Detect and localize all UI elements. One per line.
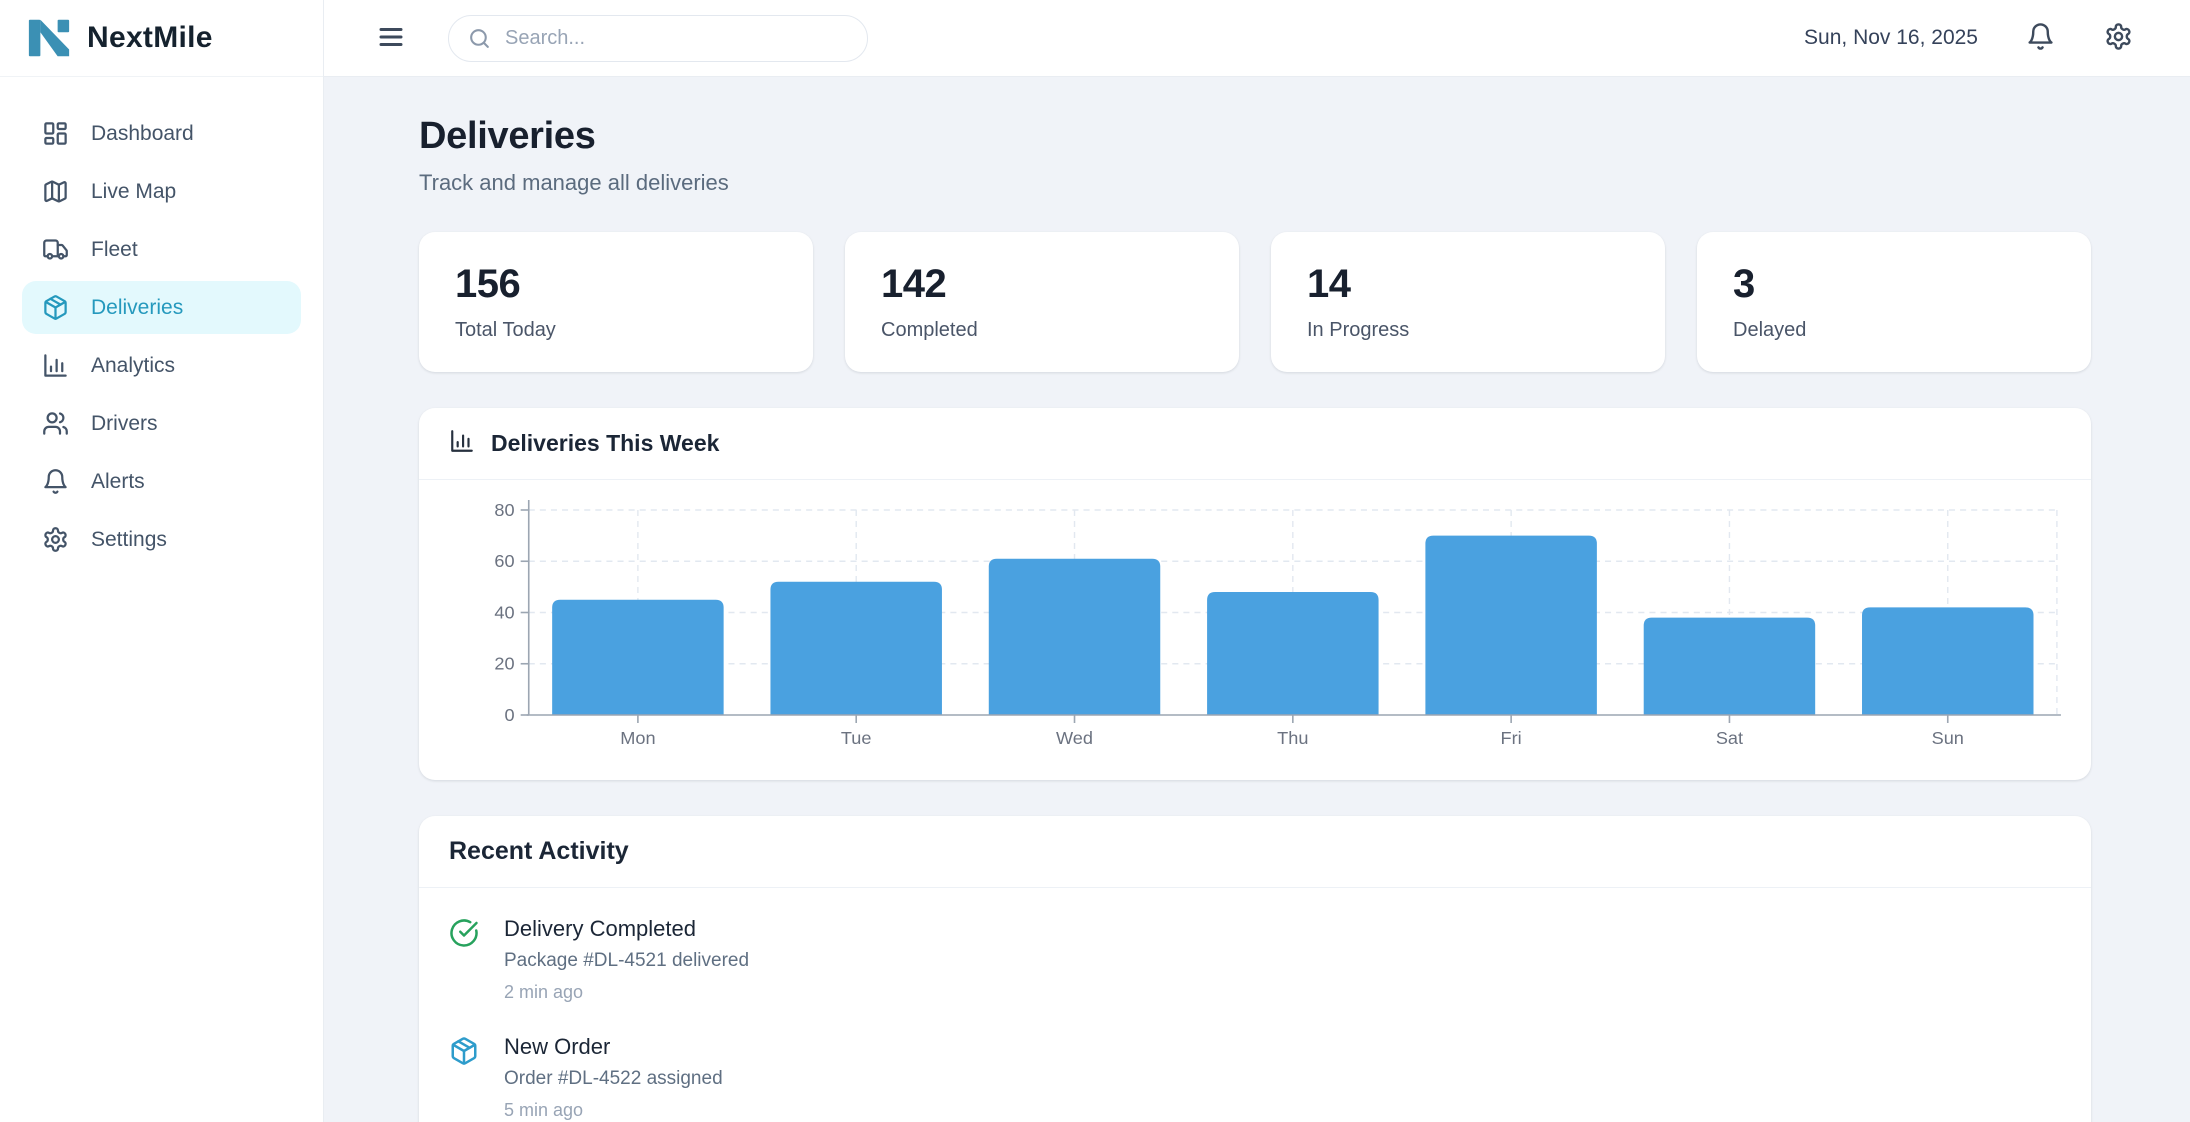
svg-text:Wed: Wed [1056, 728, 1093, 748]
stat-value: 156 [455, 262, 777, 307]
sidebar-item-label: Analytics [91, 354, 175, 378]
sidebar-item-dashboard[interactable]: Dashboard [22, 107, 301, 160]
bar-chart-icon [449, 428, 475, 459]
gear-icon[interactable] [2102, 22, 2134, 54]
stat-label: Total Today [455, 319, 777, 342]
weekly-deliveries-bar-chart: 0 20 40 60 80 Mon Tue Wed Thu Fri Sat Sun [443, 480, 2067, 778]
stat-label: Delayed [1733, 319, 2055, 342]
search [448, 15, 868, 62]
activity-item-time: 2 min ago [504, 982, 749, 1003]
sidebar: NextMile Dashboard Live Map Fleet Deliverie… [0, 0, 324, 1122]
activity-item-time: 5 min ago [504, 1100, 723, 1121]
svg-text:Tue: Tue [841, 728, 872, 748]
recent-activity-panel: Recent Activity Delivery Completed Packag… [419, 816, 2091, 1122]
package-icon [449, 1036, 479, 1066]
chart-title: Deliveries This Week [491, 430, 719, 457]
stat-card: 14 In Progress [1271, 232, 1665, 372]
svg-text:Sat: Sat [1716, 728, 1743, 748]
sidebar-item-drivers[interactable]: Drivers [22, 397, 301, 450]
stat-value: 142 [881, 262, 1203, 307]
chart-panel-header: Deliveries This Week [419, 408, 2091, 480]
activity-item-subtitle: Package #DL-4521 delivered [504, 950, 749, 972]
svg-text:Fri: Fri [1501, 728, 1522, 748]
sidebar-item-label: Live Map [91, 180, 176, 204]
stat-value: 14 [1307, 262, 1629, 307]
activity-text: New Order Order #DL-4522 assigned 5 min ag… [504, 1034, 723, 1121]
sidebar-item-fleet[interactable]: Fleet [22, 223, 301, 276]
sidebar-item-alerts[interactable]: Alerts [22, 455, 301, 508]
current-date: Sun, Nov 16, 2025 [1804, 26, 1978, 50]
stat-value: 3 [1733, 262, 2055, 307]
svg-text:Sun: Sun [1932, 728, 1964, 748]
brand-name: NextMile [87, 21, 213, 55]
bell-icon [42, 468, 69, 495]
activity-list: Delivery Completed Package #DL-4521 deliv… [419, 888, 2091, 1122]
map-icon [42, 178, 69, 205]
nextmile-logo-icon [26, 15, 72, 61]
menu-icon[interactable] [374, 21, 408, 55]
stat-card: 142 Completed [845, 232, 1239, 372]
sidebar-item-label: Settings [91, 528, 167, 552]
activity-item: Delivery Completed Package #DL-4521 deliv… [449, 916, 2061, 1003]
brand-logo[interactable]: NextMile [0, 0, 323, 77]
activity-item-title: Delivery Completed [504, 916, 749, 942]
activity-title: Recent Activity [449, 837, 629, 866]
chart-body: 0 20 40 60 80 Mon Tue Wed Thu Fri Sat Sun [419, 480, 2091, 780]
bar-chart-icon [42, 352, 69, 379]
stat-label: In Progress [1307, 319, 1629, 342]
content: Deliveries Track and manage all deliveri… [324, 77, 2190, 1122]
stat-card: 3 Delayed [1697, 232, 2091, 372]
bell-icon[interactable] [2024, 22, 2056, 54]
activity-item-subtitle: Order #DL-4522 assigned [504, 1068, 723, 1090]
activity-item-title: New Order [504, 1034, 723, 1060]
svg-text:Thu: Thu [1277, 728, 1308, 748]
gear-icon [42, 526, 69, 553]
svg-text:60: 60 [494, 551, 514, 571]
activity-text: Delivery Completed Package #DL-4521 deliv… [504, 916, 749, 1003]
package-icon [42, 294, 69, 321]
activity-item: New Order Order #DL-4522 assigned 5 min ag… [449, 1034, 2061, 1121]
page-title: Deliveries [419, 115, 2091, 158]
dashboard-icon [42, 120, 69, 147]
sidebar-item-analytics[interactable]: Analytics [22, 339, 301, 392]
stats-row: 156 Total Today 142 Completed 14 In Progress 3… [419, 232, 2091, 372]
sidebar-item-label: Dashboard [91, 122, 194, 146]
sidebar-item-deliveries[interactable]: Deliveries [22, 281, 301, 334]
svg-text:80: 80 [494, 500, 514, 520]
svg-text:20: 20 [494, 654, 514, 674]
search-input[interactable] [448, 15, 868, 62]
users-icon [42, 410, 69, 437]
stat-label: Completed [881, 319, 1203, 342]
svg-text:0: 0 [505, 705, 515, 725]
sidebar-item-label: Deliveries [91, 296, 183, 320]
svg-text:40: 40 [494, 603, 514, 623]
topbar-right: Sun, Nov 16, 2025 [1804, 22, 2190, 54]
sidebar-item-live-map[interactable]: Live Map [22, 165, 301, 218]
sidebar-item-settings[interactable]: Settings [22, 513, 301, 566]
sidebar-item-label: Alerts [91, 470, 145, 494]
page-subtitle: Track and manage all deliveries [419, 170, 2091, 196]
activity-panel-header: Recent Activity [419, 816, 2091, 888]
truck-icon [42, 236, 69, 263]
stat-card: 156 Total Today [419, 232, 813, 372]
topbar: Sun, Nov 16, 2025 [324, 0, 2190, 77]
sidebar-nav: Dashboard Live Map Fleet Deliveries Analytic… [0, 77, 323, 1122]
svg-text:Mon: Mon [620, 728, 655, 748]
sidebar-item-label: Fleet [91, 238, 138, 262]
check-circle-icon [449, 918, 479, 948]
weekly-chart-panel: Deliveries This Week 0 20 40 60 80 Mon Tue Wed T… [419, 408, 2091, 780]
sidebar-item-label: Drivers [91, 412, 158, 436]
